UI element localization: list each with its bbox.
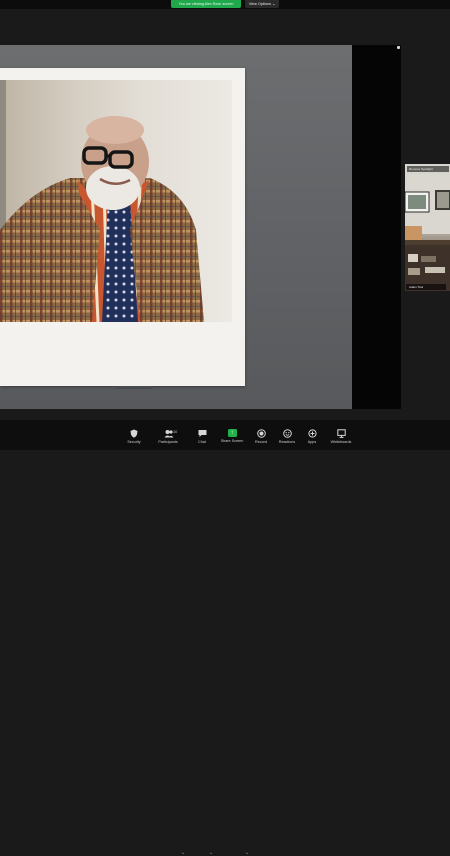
chat-bubble-icon <box>198 429 207 438</box>
chat-label: Chat <box>198 440 206 444</box>
share-screen-chevron-up-icon[interactable]: ^ <box>246 851 248 856</box>
smiley-icon <box>282 429 292 438</box>
share-screen-button[interactable]: ↑ Share Screen <box>219 429 245 448</box>
chat-button[interactable]: Chat <box>195 429 209 448</box>
participant-name-tag: Adam Tool <box>406 284 446 290</box>
whiteboards-label: Whiteboards <box>330 440 352 444</box>
participants-label: Participants <box>158 440 178 444</box>
remove-spotlight-pill[interactable]: Remove Spotlight <box>407 166 449 172</box>
participants-button[interactable]: Participants 10 <box>155 429 181 448</box>
apps-icon <box>307 429 317 438</box>
chat-chevron-up-icon[interactable]: ^ <box>210 851 212 856</box>
security-button[interactable]: Security <box>124 429 144 448</box>
people-icon <box>164 429 173 438</box>
viewing-screen-badge: You are viewing Alex Ross' screen <box>171 0 241 8</box>
participant-room-illustration <box>405 174 450 291</box>
apps-label: Apps <box>307 440 317 444</box>
portrait-photo <box>0 80 232 322</box>
participant-video-tile[interactable]: Remove Spotlight Adam Tool <box>405 164 450 291</box>
top-bar: You are viewing Alex Ross' screen View O… <box>0 0 450 9</box>
view-options-button[interactable]: View Options ⌄ <box>245 0 279 8</box>
apps-button[interactable]: Apps <box>305 429 319 448</box>
shared-screen-scroll-strip <box>118 386 152 389</box>
shared-screen-corner-marker <box>397 46 400 49</box>
whiteboard-icon <box>336 429 346 438</box>
record-icon <box>256 429 266 438</box>
shield-icon <box>130 429 139 438</box>
polaroid-frame <box>0 68 245 386</box>
whiteboards-button[interactable]: Whiteboards <box>328 429 354 448</box>
portrait-illustration <box>0 80 204 322</box>
participants-count: 10 <box>173 430 178 434</box>
record-button[interactable]: Record <box>253 429 269 448</box>
reactions-button[interactable]: Reactions <box>277 429 297 448</box>
security-label: Security <box>127 440 141 444</box>
reactions-label: Reactions <box>278 440 296 444</box>
meeting-toolbar: Security Participants 10 ^ Chat ^ ↑ Shar… <box>0 420 450 856</box>
record-label: Record <box>255 440 267 444</box>
shared-screen-margin <box>352 45 401 409</box>
share-screen-label: Share Screen <box>220 439 244 443</box>
participants-chevron-up-icon[interactable]: ^ <box>182 851 184 856</box>
share-arrow-icon: ↑ <box>227 429 237 437</box>
